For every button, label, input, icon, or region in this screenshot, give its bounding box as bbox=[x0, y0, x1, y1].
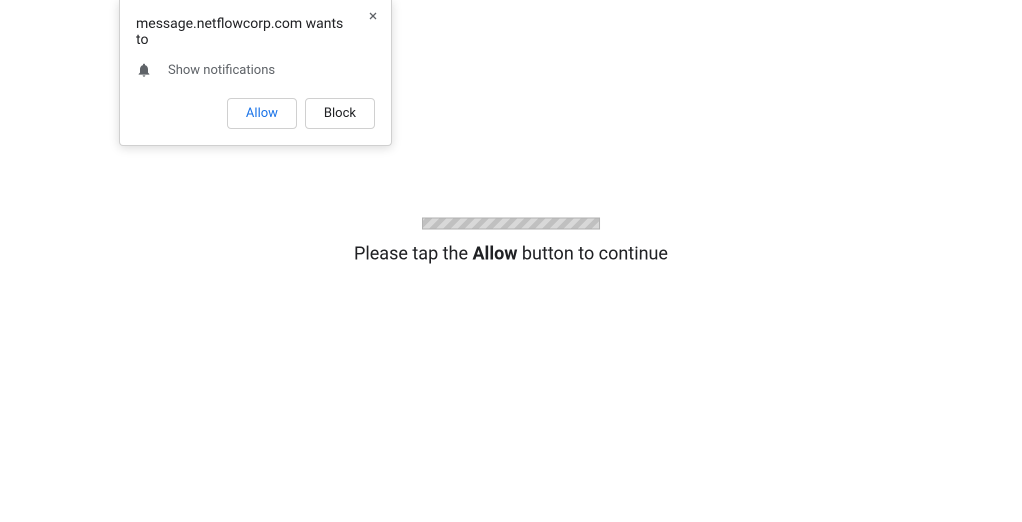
close-icon bbox=[367, 10, 379, 22]
main-content: Please tap the Allow button to continue bbox=[354, 218, 668, 265]
instruction-bold: Allow bbox=[472, 244, 517, 265]
notification-label: Show notifications bbox=[168, 63, 275, 78]
progress-bar bbox=[422, 218, 600, 230]
instruction-suffix: button to continue bbox=[517, 244, 668, 265]
block-button[interactable]: Block bbox=[305, 98, 375, 129]
popup-body: Show notifications bbox=[136, 62, 375, 78]
bell-icon bbox=[136, 62, 152, 78]
popup-buttons: Allow Block bbox=[136, 98, 375, 129]
instruction-text: Please tap the Allow button to continue bbox=[354, 244, 668, 265]
notification-permission-popup: message.netflowcorp.com wants to Show no… bbox=[119, 0, 392, 146]
instruction-prefix: Please tap the bbox=[354, 244, 472, 265]
allow-button[interactable]: Allow bbox=[227, 98, 297, 129]
close-button[interactable] bbox=[365, 8, 381, 24]
popup-title: message.netflowcorp.com wants to bbox=[136, 16, 375, 48]
